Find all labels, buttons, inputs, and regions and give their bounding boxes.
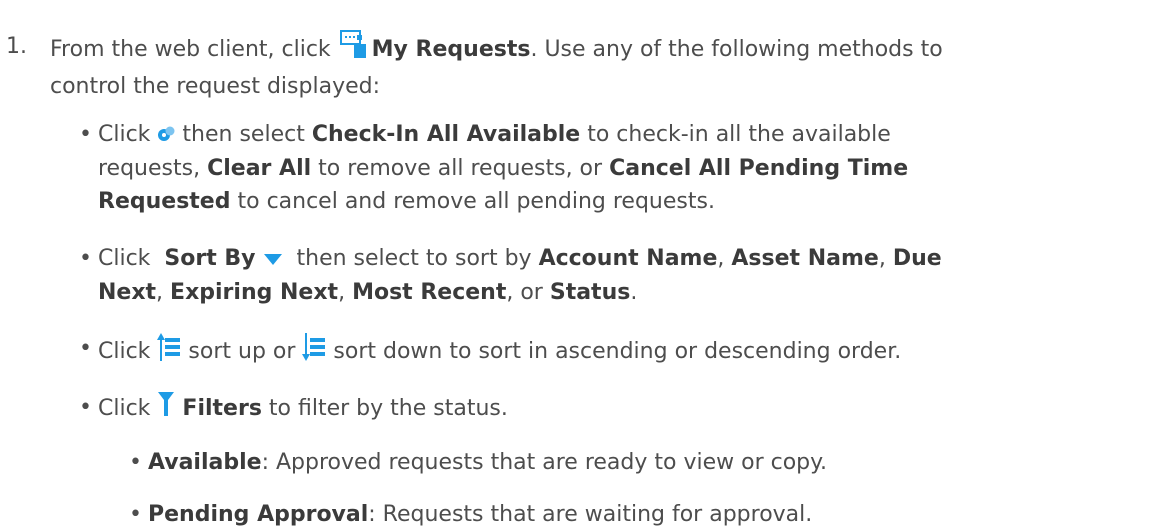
sub-item-available: • Available: Approved requests that are …: [129, 446, 1149, 479]
bullet-sort-by: • Click Sort By then select to sort by A…: [79, 242, 1138, 309]
triangle-down-icon: [263, 243, 283, 276]
bullet-dot: •: [79, 246, 92, 271]
my-requests-icon: [339, 30, 372, 70]
bullet-dot: •: [129, 502, 142, 527]
bullet-dot: •: [79, 336, 92, 361]
bullet-sort-order: • Click sort up or sort down to sort in …: [79, 332, 1138, 372]
bullet-actions: • Click then select Check-In All Availab…: [79, 118, 1138, 218]
step-intro: From the web client, click My Requests. …: [50, 30, 1130, 103]
sub-item-pending-approval: • Pending Approval: Requests that are wa…: [129, 498, 1149, 531]
sort-up-icon: [157, 332, 181, 372]
step-intro-line-1: From the web client, click My Requests. …: [50, 30, 1130, 70]
actions-icon: [157, 119, 175, 152]
step-number: 1.: [6, 34, 27, 59]
sort-down-icon: [302, 332, 326, 372]
bullet-dot: •: [79, 122, 92, 147]
bullet-dot: •: [129, 450, 142, 475]
my-requests-label: My Requests: [371, 37, 531, 62]
bullet-filters: • Click Filters to filter by the status.: [79, 391, 1138, 427]
step-intro-line-2: control the request displayed:: [50, 74, 380, 99]
bullet-dot: •: [79, 395, 92, 420]
filter-icon: [157, 391, 175, 427]
